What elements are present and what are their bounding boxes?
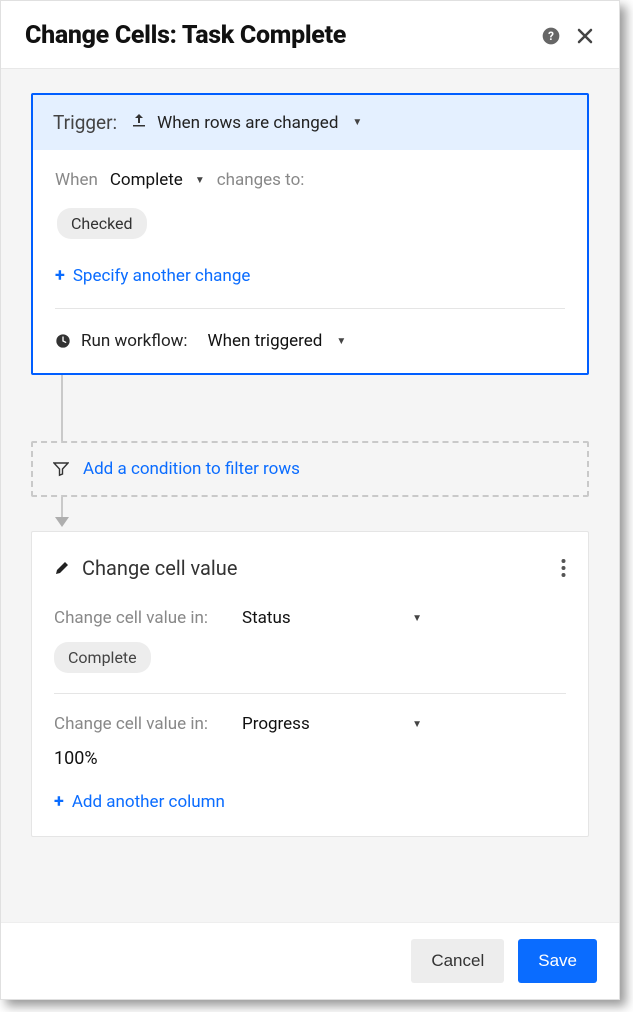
run-option-text: When triggered bbox=[208, 331, 323, 351]
add-condition-link[interactable]: Add a condition to filter rows bbox=[83, 459, 300, 479]
run-workflow-select[interactable]: When triggered ▼ bbox=[208, 331, 347, 351]
cancel-button[interactable]: Cancel bbox=[411, 939, 504, 983]
more-options-icon[interactable] bbox=[561, 558, 566, 578]
plus-icon: + bbox=[54, 791, 64, 812]
connector-line bbox=[61, 375, 63, 441]
condition-card[interactable]: Add a condition to filter rows bbox=[31, 441, 589, 497]
add-another-text: Add another column bbox=[72, 792, 225, 812]
clock-icon bbox=[55, 333, 71, 349]
caret-down-icon: ▼ bbox=[412, 719, 422, 730]
trigger-type-select[interactable]: When rows are changed ▼ bbox=[131, 112, 362, 133]
help-icon[interactable]: ? bbox=[541, 26, 561, 46]
workflow-modal: Change Cells: Task Complete ? Trigger: W… bbox=[0, 0, 620, 1000]
when-label: When bbox=[55, 170, 98, 190]
trigger-body: When Complete ▼ changes to: Checked + Sp… bbox=[33, 150, 587, 373]
pencil-icon bbox=[54, 560, 70, 576]
run-workflow-row: Run workflow: When triggered ▼ bbox=[55, 331, 565, 351]
divider bbox=[54, 693, 566, 694]
progress-value-input[interactable]: 100% bbox=[54, 748, 566, 769]
caret-down-icon: ▼ bbox=[412, 613, 422, 624]
connector bbox=[31, 375, 589, 441]
action-title: Change cell value bbox=[82, 556, 549, 580]
column-name: Progress bbox=[242, 714, 310, 734]
run-workflow-label: Run workflow: bbox=[81, 331, 188, 351]
action-header: Change cell value bbox=[54, 556, 566, 580]
close-icon[interactable] bbox=[575, 26, 595, 46]
arrow-down-icon bbox=[55, 517, 69, 527]
caret-down-icon: ▼ bbox=[336, 336, 346, 347]
rows-changed-icon bbox=[131, 112, 147, 133]
save-button[interactable]: Save bbox=[518, 939, 597, 983]
when-column-text: Complete bbox=[110, 170, 183, 190]
field-row-progress: Change cell value in: Progress ▼ bbox=[54, 714, 566, 734]
when-row: When Complete ▼ changes to: bbox=[55, 170, 565, 190]
modal-title: Change Cells: Task Complete bbox=[25, 21, 541, 50]
modal-footer: Cancel Save bbox=[1, 922, 619, 999]
field-label: Change cell value in: bbox=[54, 608, 224, 628]
trigger-header: Trigger: When rows are changed ▼ bbox=[33, 95, 587, 150]
field-row-status: Change cell value in: Status ▼ bbox=[54, 608, 566, 628]
modal-body: Trigger: When rows are changed ▼ When Co… bbox=[1, 69, 619, 922]
caret-down-icon: ▼ bbox=[352, 117, 362, 128]
divider bbox=[55, 308, 565, 309]
column-select-status[interactable]: Status ▼ bbox=[242, 608, 422, 628]
connector-arrow bbox=[31, 497, 589, 531]
specify-another-text: Specify another change bbox=[73, 266, 251, 286]
trigger-type-text: When rows are changed bbox=[157, 113, 338, 133]
column-name: Status bbox=[242, 608, 291, 628]
trigger-value-chip[interactable]: Checked bbox=[57, 208, 147, 239]
modal-header: Change Cells: Task Complete ? bbox=[1, 1, 619, 69]
field-label: Change cell value in: bbox=[54, 714, 224, 734]
trigger-card: Trigger: When rows are changed ▼ When Co… bbox=[31, 93, 589, 375]
header-actions: ? bbox=[541, 26, 595, 46]
add-another-column-link[interactable]: + Add another column bbox=[54, 791, 566, 812]
specify-another-change-link[interactable]: + Specify another change bbox=[55, 265, 565, 286]
trigger-label: Trigger: bbox=[53, 111, 117, 134]
changes-to-label: changes to: bbox=[217, 170, 305, 190]
action-card: Change cell value Change cell value in: … bbox=[31, 531, 589, 837]
when-column-select[interactable]: Complete ▼ bbox=[110, 170, 205, 190]
column-select-progress[interactable]: Progress ▼ bbox=[242, 714, 422, 734]
filter-icon bbox=[53, 461, 69, 477]
status-value-chip[interactable]: Complete bbox=[54, 642, 151, 673]
caret-down-icon: ▼ bbox=[195, 175, 205, 186]
plus-icon: + bbox=[55, 265, 65, 286]
svg-text:?: ? bbox=[548, 29, 554, 43]
